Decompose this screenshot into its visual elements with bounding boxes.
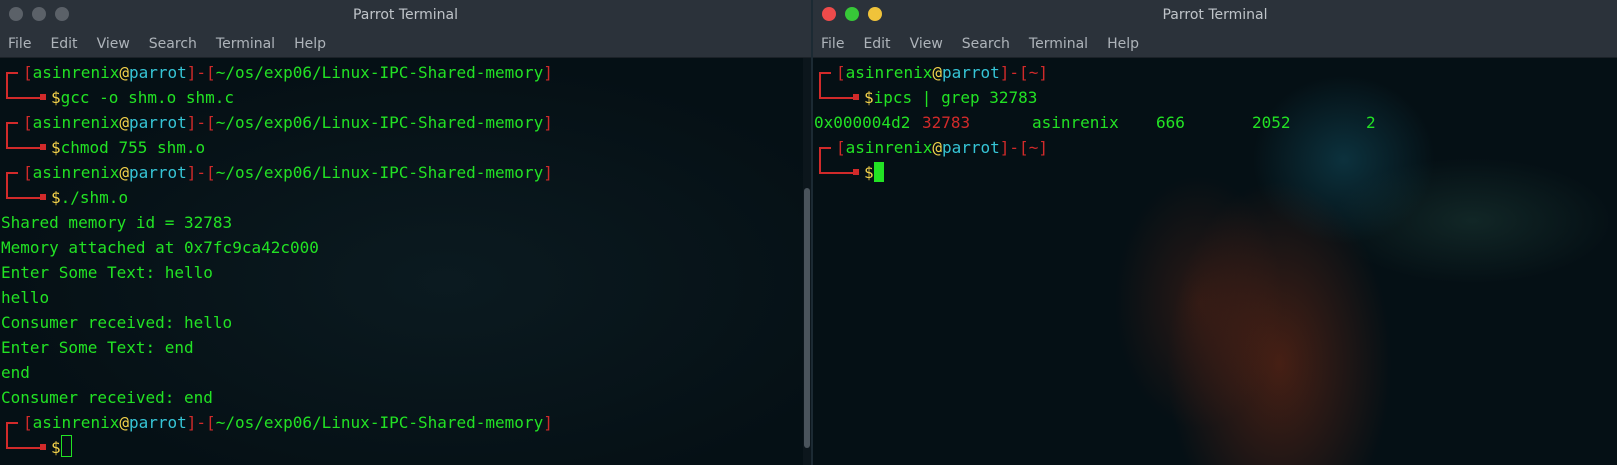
menu-view[interactable]: View [910,36,943,52]
prompt-user: asinrenix [32,413,120,432]
prompt-corner-icon [819,72,831,86]
menu-view[interactable]: View [97,36,130,52]
terminal-body-right[interactable]: [asinrenix@parrot]-[~] $ipcs | grep 3278… [813,58,1617,465]
prompt-arrow-icon [40,194,46,200]
output-line: end [1,363,30,382]
ipcs-bytes: 2052 [1252,113,1291,132]
menu-search[interactable]: Search [149,36,197,52]
prompt-host: parrot [941,63,1000,82]
menu-terminal[interactable]: Terminal [216,36,275,52]
prompt-corner-icon [6,172,18,186]
menu-file[interactable]: File [8,36,31,52]
prompt-user: asinrenix [32,163,120,182]
prompt-corner-icon [819,147,831,161]
text-cursor [60,435,72,457]
prompt-path: ~ [1028,63,1039,82]
terminal-body-left[interactable]: [asinrenix@parrot]-[~/os/exp06/Linux-IPC… [0,58,811,465]
prompt-arrow-icon [40,144,46,150]
command-text: gcc -o shm.o shm.c [60,88,235,107]
terminal-window-right: Parrot Terminal File Edit View Search Te… [813,0,1617,465]
menu-file[interactable]: File [821,36,844,52]
prompt-host: parrot [128,113,187,132]
command-line: $ [0,435,811,460]
ipcs-owner: asinrenix [1032,113,1119,132]
prompt-arrow-icon [40,94,46,100]
prompt-path: ~/os/exp06/Linux-IPC-Shared-memory [215,113,544,132]
menubar-left: File Edit View Search Terminal Help [0,31,811,58]
command-text: ipcs | grep 32783 [873,88,1038,107]
window-title: Parrot Terminal [352,7,459,23]
output-line: Memory attached at 0x7fc9ca42c000 [1,238,319,257]
ipcs-perms: 666 [1156,113,1185,132]
scrollbar-left[interactable] [803,58,811,465]
prompt-corner-icon [6,72,18,86]
prompt-line: [asinrenix@parrot]-[~/os/exp06/Linux-IPC… [0,60,811,86]
menu-help[interactable]: Help [1107,36,1139,52]
prompt-line: [asinrenix@parrot]-[~/os/exp06/Linux-IPC… [0,410,811,436]
ipcs-key: 0x000004d2 [814,113,911,132]
output-line: Consumer received: end [1,388,213,407]
command-text: ./shm.o [60,188,129,207]
prompt-user: asinrenix [32,63,120,82]
window-title: Parrot Terminal [1162,7,1268,23]
ipcs-output-row: 0x000004d2 32783 asinrenix 666 2052 2 [813,110,1617,135]
command-line: $./shm.o [0,185,811,210]
output-line: Consumer received: hello [1,313,233,332]
titlebar-right[interactable]: Parrot Terminal [813,0,1617,31]
menu-terminal[interactable]: Terminal [1029,36,1088,52]
prompt-arrow-icon [853,169,859,175]
prompt-corner-icon [6,422,18,436]
prompt-host: parrot [128,163,187,182]
output-line: Enter Some Text: end [1,338,194,357]
scrollbar-thumb[interactable] [804,188,810,448]
prompt-user: asinrenix [32,113,120,132]
command-line: $chmod 755 shm.o [0,135,811,160]
prompt-line: [asinrenix@parrot]-[~] [813,135,1617,161]
ipcs-nattch: 2 [1366,113,1376,132]
menu-edit[interactable]: Edit [863,36,890,52]
menu-help[interactable]: Help [294,36,326,52]
prompt-path: ~/os/exp06/Linux-IPC-Shared-memory [215,63,544,82]
command-line: $ipcs | grep 32783 [813,85,1617,110]
prompt-path: ~/os/exp06/Linux-IPC-Shared-memory [215,413,544,432]
output-line: hello [1,288,50,307]
ipcs-shmid: 32783 [922,113,971,132]
text-cursor [873,162,884,182]
prompt-line: [asinrenix@parrot]-[~/os/exp06/Linux-IPC… [0,160,811,186]
prompt-user: asinrenix [845,138,933,157]
output-line: Enter Some Text: hello [1,263,213,282]
prompt-line: [asinrenix@parrot]-[~] [813,60,1617,86]
command-line: $gcc -o shm.o shm.c [0,85,811,110]
prompt-user: asinrenix [845,63,933,82]
terminal-window-left: Parrot Terminal File Edit View Search Te… [0,0,811,465]
prompt-arrow-icon [853,94,859,100]
menubar-right: File Edit View Search Terminal Help [813,31,1617,58]
prompt-path: ~ [1028,138,1039,157]
prompt-host: parrot [128,63,187,82]
prompt-path: ~/os/exp06/Linux-IPC-Shared-memory [215,163,544,182]
command-text: chmod 755 shm.o [60,138,206,157]
menu-search[interactable]: Search [962,36,1010,52]
prompt-host: parrot [941,138,1000,157]
prompt-line: [asinrenix@parrot]-[~/os/exp06/Linux-IPC… [0,110,811,136]
prompt-host: parrot [128,413,187,432]
titlebar-left[interactable]: Parrot Terminal [0,0,811,31]
output-line: Shared memory id = 32783 [1,213,233,232]
prompt-arrow-icon [40,444,46,450]
prompt-corner-icon [6,122,18,136]
menu-edit[interactable]: Edit [50,36,77,52]
command-line: $ [813,160,1617,185]
